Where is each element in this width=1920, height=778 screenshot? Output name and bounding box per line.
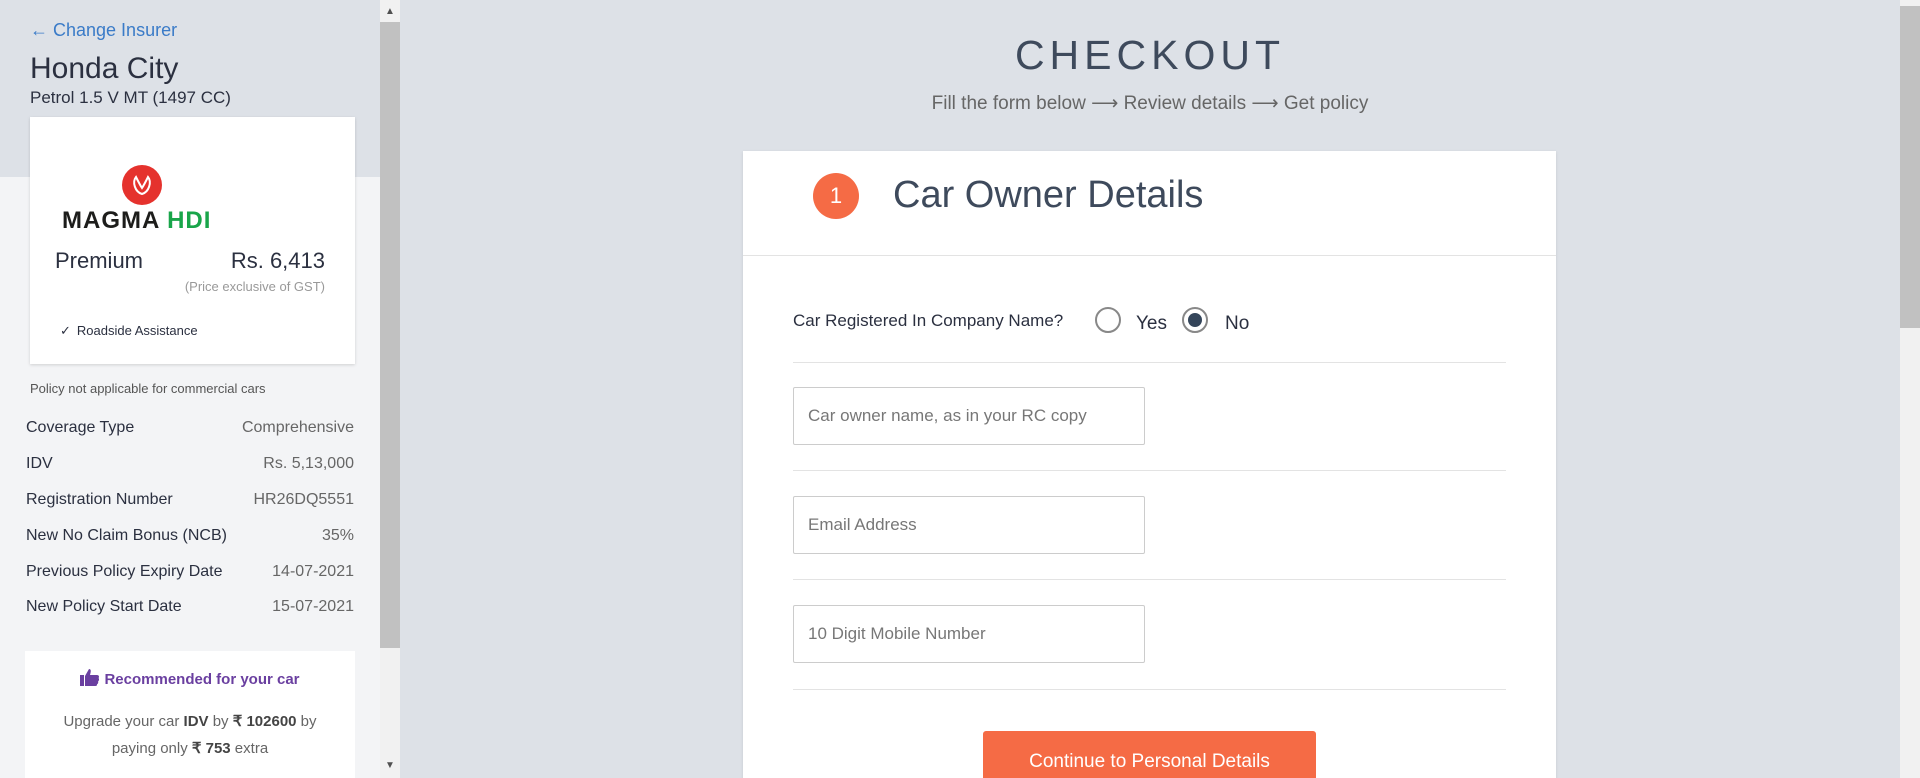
detail-value: 15-07-2021	[272, 598, 354, 615]
car-variant: Petrol 1.5 V MT (1497 CC)	[30, 88, 231, 107]
detail-row-new-start-date: New Policy Start Date 15-07-2021	[26, 598, 354, 622]
detail-row-idv: IDV Rs. 5,13,000	[26, 455, 354, 479]
page-scrollbar-thumb[interactable]	[1900, 6, 1920, 328]
premium-value: Rs. 6,413	[230, 248, 325, 273]
thumbs-up-icon	[80, 669, 100, 686]
detail-label: Coverage Type	[26, 419, 135, 436]
recommendation-text: Upgrade your car IDV by ₹ 102600 by payi…	[45, 708, 335, 762]
rec-idv-word: IDV	[183, 713, 209, 730]
page-subtitle: Fill the form below ⟶ Review details ⟶ G…	[931, 93, 1369, 114]
insurer-logo: MAGMA HDI	[62, 165, 232, 245]
rec-extra-suffix: extra	[230, 740, 269, 757]
detail-row-previous-expiry: Previous Policy Expiry Date 14-07-2021	[26, 563, 354, 587]
policy-note: Policy not applicable for commercial car…	[30, 381, 266, 396]
recommendation-title-text: Recommended for your car	[104, 671, 300, 688]
scroll-down-arrow-icon[interactable]: ▼	[380, 756, 400, 776]
detail-label: Previous Policy Expiry Date	[26, 563, 223, 580]
detail-value: 14-07-2021	[272, 563, 354, 580]
change-insurer-link[interactable]: ← Change Insurer	[30, 20, 177, 41]
main-content: CHECKOUT Fill the form below ⟶ Review de…	[400, 0, 1900, 778]
radio-no[interactable]	[1182, 307, 1208, 333]
step-header: 1 Car Owner Details	[743, 151, 1556, 256]
car-name: Honda City	[30, 52, 179, 85]
check-icon: ✓	[60, 323, 71, 338]
detail-label: New Policy Start Date	[26, 598, 182, 615]
step-number-badge: 1	[813, 173, 859, 219]
logo-word-magma: MAGMA	[62, 207, 168, 234]
premium-label: Premium	[55, 248, 144, 273]
detail-label: IDV	[26, 455, 53, 472]
scroll-up-arrow-icon[interactable]: ▲	[380, 2, 400, 22]
rupee-icon: ₹	[232, 713, 243, 730]
form-card: 1 Car Owner Details Car Registered In Co…	[743, 151, 1556, 778]
divider	[793, 470, 1506, 471]
insurer-card: MAGMA HDI Premium Rs. 6,413 (Price exclu…	[30, 117, 355, 364]
step-title: Car Owner Details	[893, 174, 1204, 216]
rec-text-prefix: Upgrade your car	[63, 713, 184, 730]
detail-value: 35%	[321, 527, 354, 544]
detail-row-coverage-type: Coverage Type Comprehensive	[26, 419, 354, 443]
continue-button[interactable]: Continue to Personal Details	[983, 731, 1316, 778]
radio-yes[interactable]	[1095, 307, 1121, 333]
page-title: CHECKOUT	[1014, 32, 1286, 78]
feature-roadside-assistance: ✓ Roadside Assistance	[60, 323, 198, 339]
divider	[793, 689, 1506, 690]
detail-row-registration-number: Registration Number HR26DQ5551	[26, 491, 354, 515]
detail-value: Rs. 5,13,000	[263, 455, 354, 472]
rupee-icon: ₹	[191, 740, 202, 757]
detail-value: HR26DQ5551	[253, 491, 355, 508]
recommendation-card[interactable]: Recommended for your car Upgrade your ca…	[25, 651, 355, 778]
insurer-logo-mark-icon	[122, 165, 162, 205]
mobile-input[interactable]	[793, 605, 1145, 663]
radio-yes-label[interactable]: Yes	[1136, 313, 1167, 335]
detail-value: Comprehensive	[241, 419, 354, 436]
detail-label: New No Claim Bonus (NCB)	[26, 527, 227, 544]
rec-extra-amount: 753	[201, 740, 231, 757]
detail-label: Registration Number	[26, 491, 173, 508]
owner-name-input[interactable]	[793, 387, 1145, 445]
radio-no-label[interactable]: No	[1225, 313, 1249, 335]
company-name-question: Car Registered In Company Name?	[793, 311, 1064, 330]
sidebar: ← Change Insurer Honda City Petrol 1.5 V…	[0, 0, 380, 778]
logo-word-hdi: HDI	[167, 207, 212, 234]
divider	[793, 579, 1506, 580]
email-input[interactable]	[793, 496, 1145, 554]
rec-by-word: by	[208, 713, 233, 730]
feature-label: Roadside Assistance	[76, 323, 198, 338]
detail-row-ncb: New No Claim Bonus (NCB) 35%	[26, 527, 354, 551]
rec-idv-amount: 102600	[242, 713, 297, 730]
sidebar-scrollbar-thumb[interactable]	[380, 22, 400, 648]
divider	[793, 362, 1506, 363]
recommendation-title: Recommended for your car	[25, 668, 355, 688]
gst-note: (Price exclusive of GST)	[184, 279, 325, 294]
